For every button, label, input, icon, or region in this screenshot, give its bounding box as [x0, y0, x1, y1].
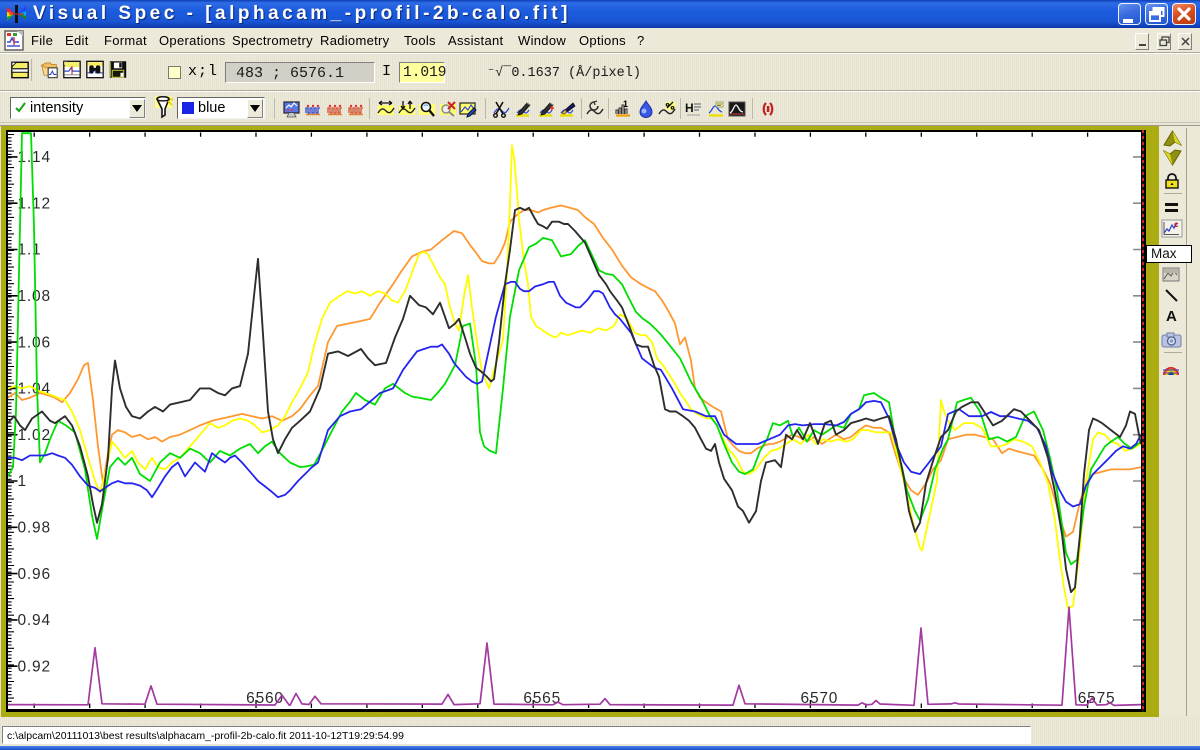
svg-text:0.96: 0.96: [18, 566, 51, 583]
svg-text:1.1: 1.1: [18, 242, 42, 259]
svg-text:1: 1: [623, 100, 628, 109]
svg-text:1.06: 1.06: [18, 334, 51, 351]
svg-text:c: c: [1174, 220, 1179, 229]
svg-text:H: H: [685, 101, 694, 115]
svg-text:1.02: 1.02: [18, 427, 51, 444]
svg-text:1.08: 1.08: [18, 288, 51, 305]
svg-text:1.14: 1.14: [18, 149, 51, 166]
svg-text:1: 1: [18, 473, 27, 490]
svg-text:0.94: 0.94: [18, 612, 51, 629]
svg-text:0.92: 0.92: [18, 658, 51, 675]
svg-text:0.98: 0.98: [18, 520, 51, 537]
